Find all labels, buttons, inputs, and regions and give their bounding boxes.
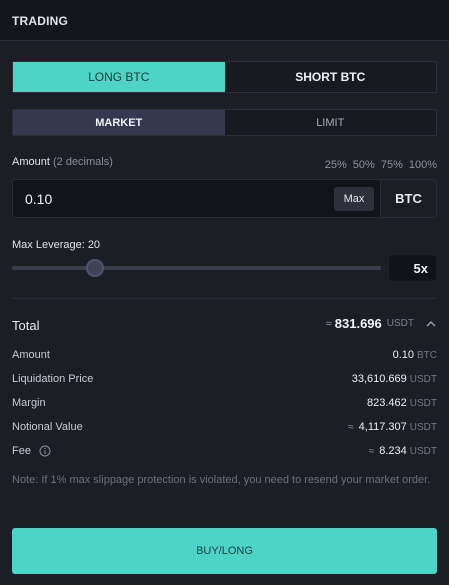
slippage-note: Note: If 1% max slippage protection is v… xyxy=(12,474,431,486)
detail-value: 0.10 xyxy=(392,349,414,361)
detail-value-group: 33,610.669 USDT xyxy=(352,373,437,385)
approx-sign: ≈ xyxy=(368,446,375,457)
short-tab[interactable]: SHORT BTC xyxy=(224,62,436,92)
limit-tab[interactable]: LIMIT xyxy=(224,110,436,135)
order-type-selector: MARKET LIMIT xyxy=(12,109,437,136)
amount-label-text: Amount xyxy=(12,156,50,168)
detail-label: Fee xyxy=(12,445,31,457)
detail-value: 823.462 xyxy=(367,397,407,409)
chevron-up-icon[interactable] xyxy=(425,318,437,330)
pct-75-button[interactable]: 75% xyxy=(381,159,403,171)
detail-unit: USDT xyxy=(409,446,437,457)
detail-row-margin: Margin 823.462 USDT xyxy=(12,397,437,411)
detail-row-fee: Fee ≈ 8.234 USDT xyxy=(12,445,437,459)
detail-unit: BTC xyxy=(417,350,437,361)
market-tab[interactable]: MARKET xyxy=(13,110,225,135)
panel-title: TRADING xyxy=(12,14,69,28)
pct-100-button[interactable]: 100% xyxy=(409,159,437,171)
slider-track xyxy=(12,266,381,270)
detail-row-notional-value: Notional Value ≈ 4,117.307 USDT xyxy=(12,421,437,435)
trading-panel: TRADING LONG BTC SHORT BTC MARKET LIMIT … xyxy=(0,0,449,585)
leverage-label: Max Leverage: 20 xyxy=(12,239,101,251)
max-button[interactable]: Max xyxy=(334,187,374,211)
detail-unit: USDT xyxy=(409,422,437,433)
detail-value: 8.234 xyxy=(379,445,407,457)
detail-unit: USDT xyxy=(409,374,437,385)
amount-input[interactable] xyxy=(25,180,325,217)
amount-unit: BTC xyxy=(381,179,437,218)
total-value: 831.696 xyxy=(334,316,382,331)
amount-field-container: Max xyxy=(12,179,381,218)
pct-25-button[interactable]: 25% xyxy=(325,159,347,171)
long-tab[interactable]: LONG BTC xyxy=(13,62,225,92)
percentage-shortcuts: 25% 50% 75% 100% xyxy=(325,159,437,171)
detail-label-group: Fee xyxy=(12,445,51,457)
slider-thumb[interactable] xyxy=(86,259,104,277)
amount-decimals-hint: (2 decimals) xyxy=(52,156,113,168)
total-unit: USDT xyxy=(386,318,414,329)
approx-sign: ≈ xyxy=(325,317,332,330)
pct-50-button[interactable]: 50% xyxy=(353,159,375,171)
detail-value-group: 0.10 BTC xyxy=(393,349,437,361)
buy-long-button[interactable]: BUY/LONG xyxy=(12,528,437,574)
detail-label: Liquidation Price xyxy=(12,373,94,385)
amount-label: Amount (2 decimals) xyxy=(12,156,113,168)
total-summary: ≈ 831.696 USDT xyxy=(326,316,437,331)
side-selector: LONG BTC SHORT BTC xyxy=(12,61,437,93)
detail-value-group: ≈ 4,117.307 USDT xyxy=(348,421,437,433)
info-icon[interactable] xyxy=(39,445,51,457)
divider xyxy=(12,298,437,299)
detail-label: Margin xyxy=(12,397,46,409)
detail-value: 33,610.669 xyxy=(351,373,407,385)
detail-label: Amount xyxy=(12,349,50,361)
detail-label: Notional Value xyxy=(12,421,83,433)
leverage-value[interactable]: 5x xyxy=(389,255,436,281)
detail-row-liquidation-price: Liquidation Price 33,610.669 USDT xyxy=(12,373,437,387)
detail-row-amount: Amount 0.10 BTC xyxy=(12,349,437,363)
panel-header: TRADING xyxy=(0,0,449,41)
detail-unit: USDT xyxy=(409,398,437,409)
approx-sign: ≈ xyxy=(348,422,354,433)
detail-value-group: 823.462 USDT xyxy=(367,397,437,409)
detail-value: 4,117.307 xyxy=(358,421,407,433)
leverage-slider[interactable] xyxy=(12,259,381,277)
detail-value-group: ≈ 8.234 USDT xyxy=(369,445,437,457)
total-label: Total xyxy=(12,318,40,333)
